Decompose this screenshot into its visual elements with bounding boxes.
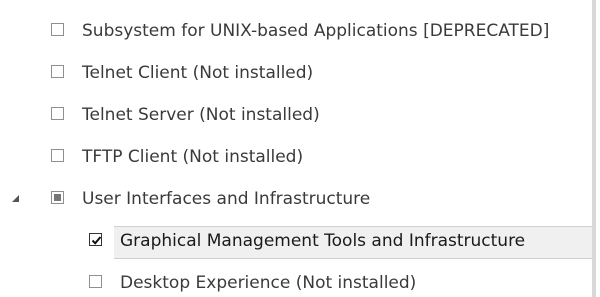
tree-item-label: Telnet Client (Not installed): [82, 63, 314, 83]
feature-checkbox[interactable]: [89, 275, 102, 288]
feature-checkbox[interactable]: [51, 23, 64, 36]
tree-item-label: Telnet Server (Not installed): [82, 105, 320, 125]
tree-item-user-interfaces[interactable]: User Interfaces and Infrastructure: [0, 179, 596, 219]
feature-checkbox[interactable]: [51, 65, 64, 78]
tree-item-label: User Interfaces and Infrastructure: [82, 189, 371, 209]
tree-item-telnet-client[interactable]: Telnet Client (Not installed): [0, 53, 596, 93]
expanded-arrow-icon[interactable]: [8, 191, 24, 207]
feature-checkbox[interactable]: [51, 107, 64, 120]
features-tree[interactable]: Subsystem for UNIX-based Applications [D…: [0, 0, 596, 297]
tree-item-desktop-experience[interactable]: Desktop Experience (Not installed): [0, 263, 596, 297]
feature-checkbox-partial[interactable]: [51, 191, 64, 204]
tree-item-label: Subsystem for UNIX-based Applications [D…: [82, 21, 550, 41]
feature-checkbox-checked[interactable]: [89, 233, 102, 246]
feature-checkbox[interactable]: [51, 149, 64, 162]
tree-item-telnet-server[interactable]: Telnet Server (Not installed): [0, 95, 596, 135]
tree-item-tftp-client[interactable]: TFTP Client (Not installed): [0, 137, 596, 177]
tree-item-label: Graphical Management Tools and Infrastru…: [120, 231, 526, 251]
vertical-scrollbar[interactable]: [592, 0, 596, 297]
tree-item-label: TFTP Client (Not installed): [82, 147, 304, 167]
tree-item-subsystem-unix[interactable]: Subsystem for UNIX-based Applications [D…: [0, 11, 596, 51]
tree-item-graphical-management-tools[interactable]: Graphical Management Tools and Infrastru…: [0, 221, 596, 261]
tree-item-label: Desktop Experience (Not installed): [120, 273, 417, 293]
